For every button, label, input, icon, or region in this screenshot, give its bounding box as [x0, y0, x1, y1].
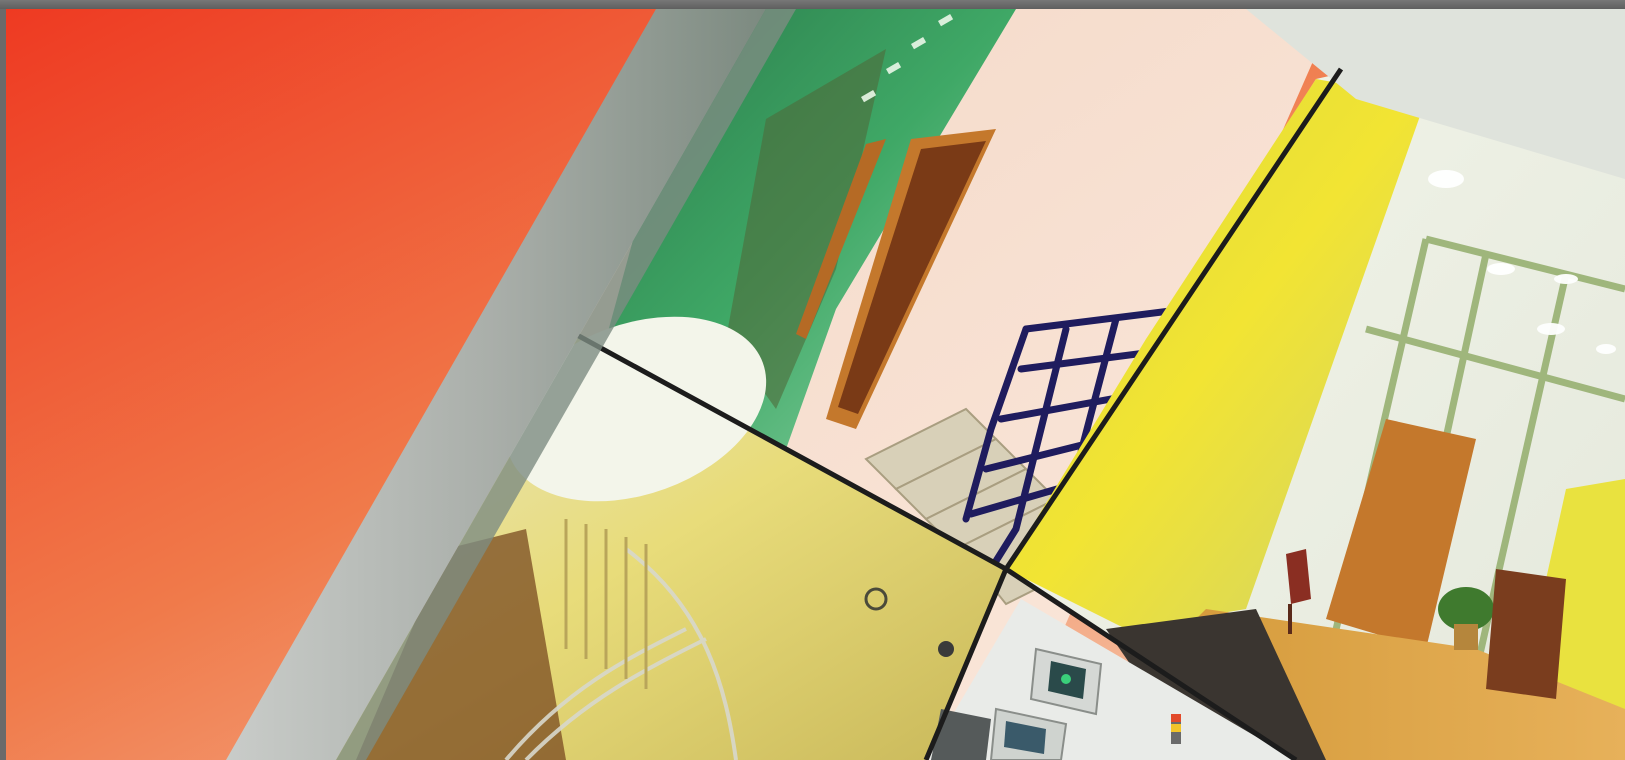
- security-camera-icon: [938, 641, 954, 657]
- image-frame: [0, 0, 1625, 760]
- cabinet: [1486, 569, 1566, 699]
- collage-svg: [6, 9, 1625, 760]
- top-border: [0, 0, 1625, 9]
- collage-photo: [6, 9, 1625, 760]
